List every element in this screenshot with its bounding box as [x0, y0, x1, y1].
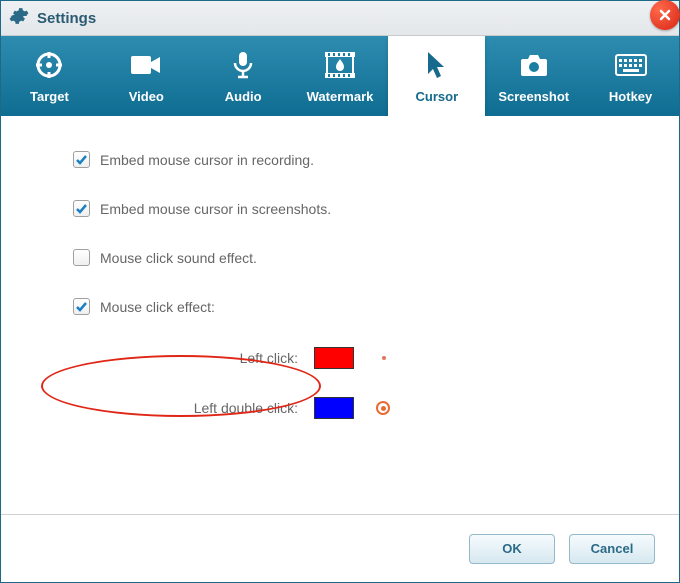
option-click-sound: Mouse click sound effect.: [73, 249, 639, 266]
audio-icon: [232, 49, 254, 81]
tab-label: Cursor: [416, 89, 459, 104]
tab-label: Video: [129, 89, 164, 104]
ok-button[interactable]: OK: [469, 534, 555, 564]
option-label: Mouse click effect:: [100, 299, 215, 315]
left-double-click-label: Left double click:: [73, 400, 298, 416]
left-double-click-effect-preview: [376, 401, 390, 415]
hotkey-icon: [615, 49, 647, 81]
tab-video[interactable]: Video: [98, 36, 195, 116]
option-click-effect: Mouse click effect:: [73, 298, 639, 315]
video-icon: [131, 49, 161, 81]
watermark-icon: [325, 49, 355, 81]
tab-audio[interactable]: Audio: [195, 36, 292, 116]
tab-label: Screenshot: [498, 89, 569, 104]
checkbox-embed-screenshots[interactable]: [73, 200, 90, 217]
cursor-icon: [426, 49, 448, 81]
content-panel: Embed mouse cursor in recording. Embed m…: [1, 116, 679, 514]
tab-label: Audio: [225, 89, 262, 104]
target-icon: [35, 49, 63, 81]
option-label: Embed mouse cursor in recording.: [100, 152, 314, 168]
option-embed-screenshots: Embed mouse cursor in screenshots.: [73, 200, 639, 217]
title-bar: Settings: [1, 1, 679, 36]
left-double-click-color[interactable]: [314, 397, 354, 419]
tab-target[interactable]: Target: [1, 36, 98, 116]
left-click-color[interactable]: [314, 347, 354, 369]
tab-label: Watermark: [307, 89, 374, 104]
checkbox-embed-recording[interactable]: [73, 151, 90, 168]
footer: OK Cancel: [1, 514, 679, 582]
option-embed-recording: Embed mouse cursor in recording.: [73, 151, 639, 168]
tab-watermark[interactable]: Watermark: [292, 36, 389, 116]
tab-bar: Target Video Audio Watermark Cursor Scre…: [1, 36, 679, 116]
close-button[interactable]: [650, 0, 680, 30]
checkbox-click-sound[interactable]: [73, 249, 90, 266]
cancel-button[interactable]: Cancel: [569, 534, 655, 564]
tab-hotkey[interactable]: Hotkey: [582, 36, 679, 116]
screenshot-icon: [519, 49, 549, 81]
left-click-row: Left click:: [73, 347, 639, 369]
tab-cursor[interactable]: Cursor: [388, 36, 485, 116]
option-label: Embed mouse cursor in screenshots.: [100, 201, 331, 217]
window-title: Settings: [37, 10, 96, 27]
option-label: Mouse click sound effect.: [100, 250, 257, 266]
gear-icon: [9, 6, 29, 31]
left-click-label: Left click:: [73, 350, 298, 366]
tab-label: Hotkey: [609, 89, 652, 104]
left-double-click-row: Left double click:: [73, 397, 639, 419]
left-click-effect-preview: [382, 356, 386, 360]
checkbox-click-effect[interactable]: [73, 298, 90, 315]
tab-screenshot[interactable]: Screenshot: [485, 36, 582, 116]
tab-label: Target: [30, 89, 69, 104]
